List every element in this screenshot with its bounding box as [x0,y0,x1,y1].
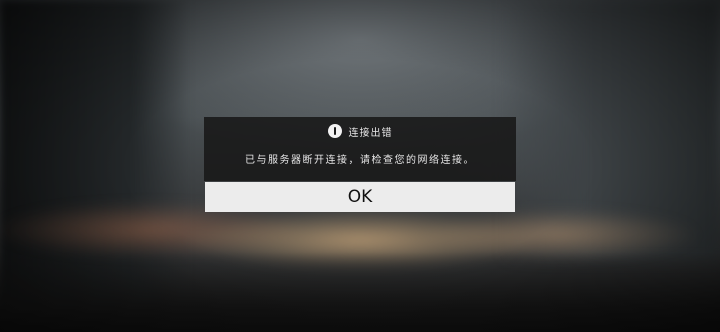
alert-circle-icon [327,124,342,138]
dialog-panel: 连接出错 已与服务器断开连接，请检查您的网络连接。 [204,117,516,181]
dialog-title: 连接出错 [348,127,393,139]
connection-error-dialog: 连接出错 已与服务器断开连接，请检查您的网络连接。 OK [204,117,516,213]
dialog-header: 连接出错 [204,121,516,141]
ok-button[interactable]: OK [205,182,515,212]
dialog-message: 已与服务器断开连接，请检查您的网络连接。 [245,155,475,166]
game-scene-background: 连接出错 已与服务器断开连接，请检查您的网络连接。 OK [0,0,720,332]
